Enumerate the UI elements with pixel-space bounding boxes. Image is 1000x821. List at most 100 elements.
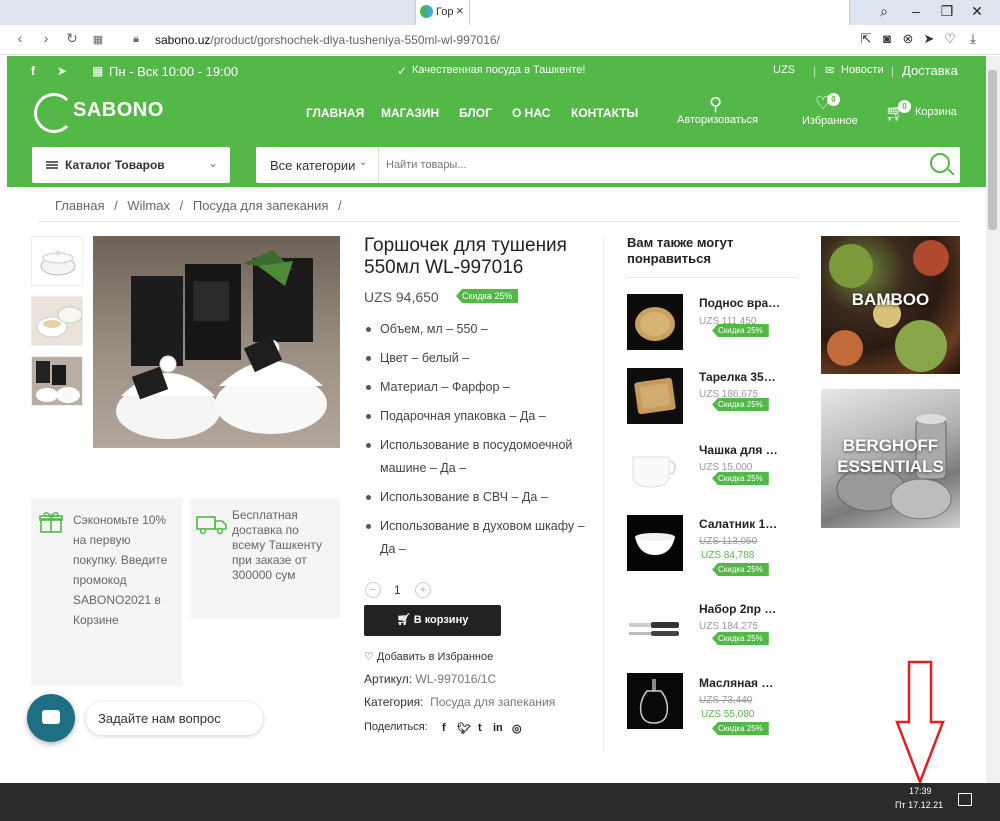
cart-link[interactable]: Корзина (915, 106, 957, 118)
taskbar-time[interactable]: 17:39 (909, 786, 932, 796)
rec-discount-badge: Скидка 25% (712, 324, 769, 337)
whatsapp-share-icon[interactable]: ◎ (512, 722, 522, 735)
divider (603, 237, 604, 752)
rec-discount-badge: Скидка 25% (712, 632, 769, 645)
berghoff-banner[interactable]: BERGHOFF ESSENTIALS (821, 389, 960, 528)
news-link[interactable]: Новости (841, 64, 884, 76)
gallery-thumb-1[interactable] (31, 236, 83, 286)
nav-blog[interactable]: БЛОГ (459, 106, 492, 120)
forward-icon[interactable]: › (37, 30, 55, 46)
chat-prompt[interactable]: Задайте нам вопрос (86, 702, 263, 735)
nav-shop[interactable]: МАГАЗИН (381, 106, 439, 120)
screenshot-icon[interactable]: ◙ (879, 31, 895, 47)
login-link[interactable]: Авторизоваться (677, 114, 758, 126)
rec-item-image[interactable] (627, 599, 683, 655)
product-title: Горшочек для тушения 550мл WL-997016 (364, 235, 567, 278)
back-icon[interactable]: ‹ (11, 30, 29, 46)
browser-tab-empty[interactable] (470, 0, 850, 25)
breadcrumb-category[interactable]: Посуда для запекания (193, 198, 329, 213)
rec-item-image[interactable] (627, 441, 683, 497)
nav-about[interactable]: О НАС (512, 106, 550, 120)
rec-item-name[interactable]: Поднос вра… (699, 296, 780, 310)
rec-item-image[interactable] (627, 368, 683, 424)
rec-item-image[interactable] (627, 294, 683, 350)
share-label: Поделиться: (364, 721, 428, 733)
reload-icon[interactable]: ↻ (63, 30, 81, 47)
breadcrumb-home[interactable]: Главная (55, 198, 104, 213)
search-icon[interactable] (930, 153, 950, 173)
tab-close-icon[interactable]: × (456, 3, 464, 18)
notification-icon[interactable] (958, 793, 972, 806)
chat-button[interactable] (27, 694, 75, 742)
restore-icon[interactable]: ❐ (937, 3, 957, 20)
search-input[interactable] (386, 154, 906, 176)
breadcrumb-separator: / (179, 198, 184, 213)
linkedin-share-icon[interactable]: in (493, 722, 503, 734)
rec-item-image[interactable] (627, 673, 683, 729)
rec-discount-badge: Скидка 25% (712, 398, 769, 411)
search-browser-icon[interactable]: ⌕ (874, 3, 894, 20)
nav-contacts[interactable]: КОНТАКТЫ (571, 106, 638, 120)
wishlist-count-badge: 0 (827, 93, 840, 106)
delivery-text: Бесплатная доставка по всему Ташкенту пр… (232, 508, 323, 582)
rec-item-name[interactable]: Салатник 1… (699, 517, 777, 531)
spec-item: Материал – Фарфор – (364, 376, 594, 399)
breadcrumb-separator: / (338, 198, 342, 213)
search-category-select[interactable]: Все категории (270, 158, 355, 173)
currency-switch[interactable]: UZS (773, 64, 795, 76)
user-icon[interactable]: ⚲ (709, 94, 722, 115)
rec-item-name[interactable]: Набор 2пр … (699, 602, 776, 616)
rec-item-old-price: UZS 113,050 (699, 536, 758, 547)
taskbar-date[interactable]: Пт 17.12.21 (895, 800, 943, 810)
add-to-wishlist-label: Добавить в Избранное (376, 651, 494, 663)
rec-item-old-price: UZS 73,440 (699, 695, 753, 706)
delivery-box: Бесплатная доставка по всему Ташкенту пр… (190, 498, 340, 618)
download-icon[interactable]: ⤓ (965, 31, 981, 47)
category-link[interactable]: Посуда для запекания (430, 695, 555, 709)
catalog-button[interactable]: Каталог Товаров ⌄ (32, 147, 230, 183)
heart-toolbar-icon[interactable]: ♡ (942, 31, 958, 47)
qty-plus-button[interactable]: + (415, 582, 431, 598)
url-field[interactable]: sabono.uz/product/gorshochek-dlya-tushen… (155, 33, 500, 47)
qty-input[interactable]: 1 (394, 583, 401, 597)
rec-item-name[interactable]: Тарелка 35… (699, 370, 776, 384)
qty-minus-button[interactable]: − (365, 582, 381, 598)
rec-item-price: UZS 55,080 (701, 709, 755, 720)
nav-home[interactable]: ГЛАВНАЯ (306, 106, 364, 120)
twitter-share-icon[interactable]: 🐦︎ (457, 722, 471, 735)
product-main-image[interactable] (93, 236, 340, 448)
logo-icon[interactable] (34, 93, 74, 133)
browser-tab-active[interactable]: Гор × (415, 0, 470, 25)
bamboo-banner[interactable]: BAMBOO (821, 236, 960, 374)
tumblr-share-icon[interactable]: t (478, 722, 482, 734)
chevron-down-icon: ⌄ (359, 157, 368, 168)
share-page-icon[interactable]: ⇱ (858, 31, 874, 47)
facebook-share-icon[interactable]: f (442, 722, 446, 734)
gift-icon (39, 512, 63, 533)
rec-item-name[interactable]: Масляная … (699, 676, 773, 690)
facebook-icon[interactable]: f (31, 64, 35, 78)
logo[interactable]: SABONO (73, 99, 164, 122)
send-icon[interactable]: ➤ (921, 31, 937, 47)
add-to-wishlist-link[interactable]: ♡ Добавить в Избранное (364, 650, 493, 663)
plate-image (634, 377, 676, 415)
scrollbar-thumb[interactable] (988, 70, 997, 230)
apps-grid-icon[interactable]: ▦ (89, 33, 107, 46)
delivery-link[interactable]: Доставка (902, 63, 958, 78)
add-to-cart-label: В корзину (413, 614, 469, 626)
chevron-down-icon: ⌄ (207, 156, 218, 170)
rec-item-image[interactable] (627, 515, 683, 571)
rec-item-name[interactable]: Чашка для … (699, 443, 778, 457)
breadcrumb-brand[interactable]: Wilmax (127, 198, 170, 213)
gallery-thumb-3[interactable] (31, 356, 83, 406)
close-window-icon[interactable]: ✕ (967, 3, 987, 20)
wishlist-link[interactable]: Избранное (802, 115, 858, 127)
telegram-icon[interactable]: ➤ (57, 64, 67, 78)
divider: | (891, 64, 895, 78)
block-icon[interactable]: ⊗ (900, 31, 916, 47)
minimize-icon[interactable]: – (906, 3, 926, 19)
add-to-cart-button[interactable]: 🛒︎ В корзину (364, 605, 501, 636)
spec-item: Использование в духовом шкафу – Да – (364, 515, 594, 561)
gallery-thumb-2[interactable] (31, 296, 83, 346)
working-hours: Пн - Вск 10:00 - 19:00 (109, 64, 239, 79)
